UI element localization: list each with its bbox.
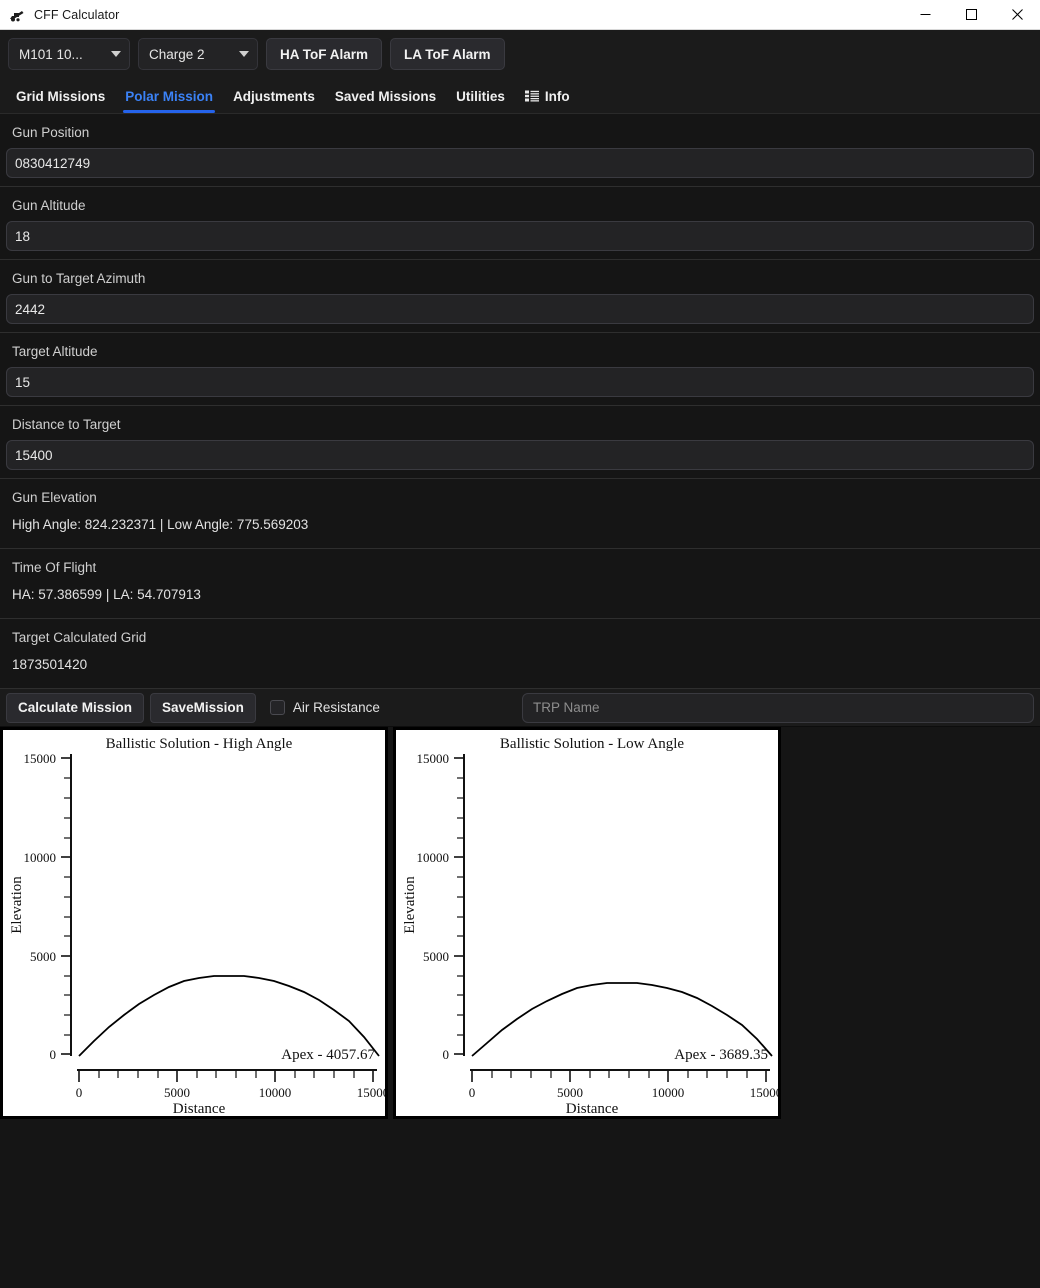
- tab-utilities[interactable]: Utilities: [446, 79, 515, 113]
- field-label: Distance to Target: [12, 417, 121, 432]
- y-tick-label: 0: [443, 1047, 450, 1062]
- y-tick-label: 15000: [417, 751, 450, 766]
- maximize-icon[interactable]: [948, 0, 994, 30]
- time-of-flight-readout: HA: 57.386599 | LA: 54.707913: [12, 587, 201, 602]
- artillery-icon: [8, 6, 26, 24]
- field-label: Target Calculated Grid: [12, 630, 147, 645]
- air-resistance-checkbox[interactable]: [269, 700, 285, 715]
- calculate-mission-button[interactable]: Calculate Mission: [6, 692, 145, 723]
- apex-annotation: Apex - 3689.35: [674, 1047, 768, 1063]
- action-bar: Calculate Mission SaveMission Air Resist…: [0, 689, 1040, 727]
- distance-to-target-input[interactable]: 15400: [6, 440, 1034, 470]
- trajectory-curve-low: [471, 982, 773, 1057]
- field-gun-to-target-azimuth: Gun to Target Azimuth 2442: [0, 260, 1040, 333]
- chart-ylabel: Elevation: [9, 876, 25, 934]
- tab-info[interactable]: Info: [515, 79, 580, 113]
- gun-to-target-azimuth-input[interactable]: 2442: [6, 294, 1034, 324]
- ha-tof-alarm-button[interactable]: HA ToF Alarm: [266, 38, 383, 70]
- tab-bar: Grid Missions Polar Mission Adjustments …: [0, 78, 1040, 114]
- tab-label: Info: [544, 88, 570, 104]
- target-calculated-grid-readout: 1873501420: [12, 657, 88, 672]
- window-title: CFF Calculator: [34, 7, 120, 22]
- gun-altitude-input[interactable]: 18: [6, 221, 1034, 251]
- y-tick-label: 0: [50, 1047, 57, 1062]
- gun-position-input[interactable]: 0830412749: [6, 148, 1034, 178]
- x-tick-label: 15000: [750, 1085, 778, 1100]
- chevron-down-icon: [111, 51, 121, 57]
- air-resistance-checkbox-group[interactable]: Air Resistance: [269, 700, 380, 715]
- chart-title: Ballistic Solution - High Angle: [106, 736, 293, 752]
- x-tick-label: 0: [469, 1085, 476, 1100]
- field-distance-to-target: Distance to Target 15400: [0, 406, 1040, 479]
- chart-low-angle: Ballistic Solution - Low Angle 15000 100…: [393, 727, 781, 1119]
- gun-select-value: M101 10...: [19, 46, 83, 62]
- save-mission-button[interactable]: SaveMission: [150, 692, 256, 723]
- chart-low-angle-svg: Ballistic Solution - Low Angle 15000 100…: [402, 736, 778, 1116]
- chart-low-angle-canvas: Ballistic Solution - Low Angle 15000 100…: [396, 730, 778, 1116]
- x-tick-label: 0: [76, 1085, 83, 1100]
- window-controls: [902, 0, 1040, 30]
- field-label: Target Altitude: [12, 344, 98, 359]
- tab-label: Polar Mission: [125, 88, 214, 104]
- tab-label: Saved Missions: [334, 88, 437, 104]
- x-tick-label: 5000: [164, 1085, 190, 1100]
- field-target-calculated-grid: Target Calculated Grid 1873501420: [0, 619, 1040, 689]
- field-time-of-flight: Time Of Flight HA: 57.386599 | LA: 54.70…: [0, 549, 1040, 619]
- tab-grid-missions[interactable]: Grid Missions: [6, 79, 115, 113]
- polar-mission-form: Gun Position 0830412749 Gun Altitude 18 …: [0, 114, 1040, 689]
- app-toolbar: M101 10... Charge 2 HA ToF Alarm LA ToF …: [0, 30, 1040, 78]
- x-tick-label: 10000: [652, 1085, 685, 1100]
- tab-polar-mission[interactable]: Polar Mission: [115, 79, 223, 113]
- tab-label: Grid Missions: [16, 88, 106, 104]
- close-icon[interactable]: [994, 0, 1040, 30]
- chart-title: Ballistic Solution - Low Angle: [500, 736, 685, 752]
- field-label: Gun to Target Azimuth: [12, 271, 146, 286]
- chart-high-angle-svg: Ballistic Solution - High Angle 15000 10…: [9, 736, 385, 1116]
- chart-high-angle: Ballistic Solution - High Angle 15000 10…: [0, 727, 388, 1119]
- chevron-down-icon: [239, 51, 249, 57]
- field-gun-altitude: Gun Altitude 18: [0, 187, 1040, 260]
- field-gun-elevation: Gun Elevation High Angle: 824.232371 | L…: [0, 479, 1040, 549]
- trp-name-input[interactable]: TRP Name: [522, 692, 1034, 723]
- air-resistance-label: Air Resistance: [292, 700, 380, 715]
- x-tick-label: 10000: [259, 1085, 292, 1100]
- x-tick-label: 5000: [557, 1085, 583, 1100]
- minimize-icon[interactable]: [902, 0, 948, 30]
- y-tick-label: 5000: [30, 949, 56, 964]
- chart-xlabel: Distance: [173, 1101, 226, 1116]
- gun-elevation-readout: High Angle: 824.232371 | Low Angle: 775.…: [12, 517, 309, 532]
- charts-area: Ballistic Solution - High Angle 15000 10…: [0, 727, 1040, 1123]
- target-altitude-input[interactable]: 15: [6, 367, 1034, 397]
- y-tick-label: 10000: [417, 850, 450, 865]
- y-tick-label: 5000: [423, 949, 449, 964]
- field-target-altitude: Target Altitude 15: [0, 333, 1040, 406]
- chart-ylabel: Elevation: [402, 876, 418, 934]
- gun-select[interactable]: M101 10...: [8, 38, 130, 70]
- x-tick-label: 15000: [357, 1085, 385, 1100]
- tab-saved-missions[interactable]: Saved Missions: [325, 79, 446, 113]
- tab-label: Utilities: [456, 88, 505, 104]
- trajectory-curve-high: [78, 975, 380, 1057]
- y-tick-label: 10000: [24, 850, 57, 865]
- chart-high-angle-canvas: Ballistic Solution - High Angle 15000 10…: [3, 730, 385, 1116]
- field-gun-position: Gun Position 0830412749: [0, 114, 1040, 187]
- la-tof-alarm-button[interactable]: LA ToF Alarm: [390, 38, 505, 70]
- apex-annotation: Apex - 4057.67: [281, 1047, 375, 1063]
- y-tick-label: 15000: [24, 751, 57, 766]
- charge-select-value: Charge 2: [149, 46, 205, 62]
- field-label: Time Of Flight: [12, 560, 97, 575]
- tab-adjustments[interactable]: Adjustments: [223, 79, 325, 113]
- window-titlebar: CFF Calculator: [0, 0, 1040, 30]
- tab-label: Adjustments: [233, 88, 315, 104]
- field-label: Gun Altitude: [12, 198, 86, 213]
- field-label: Gun Elevation: [12, 490, 97, 505]
- list-icon: [524, 90, 539, 102]
- chart-xlabel: Distance: [566, 1101, 619, 1116]
- field-label: Gun Position: [12, 125, 90, 140]
- charge-select[interactable]: Charge 2: [138, 38, 258, 70]
